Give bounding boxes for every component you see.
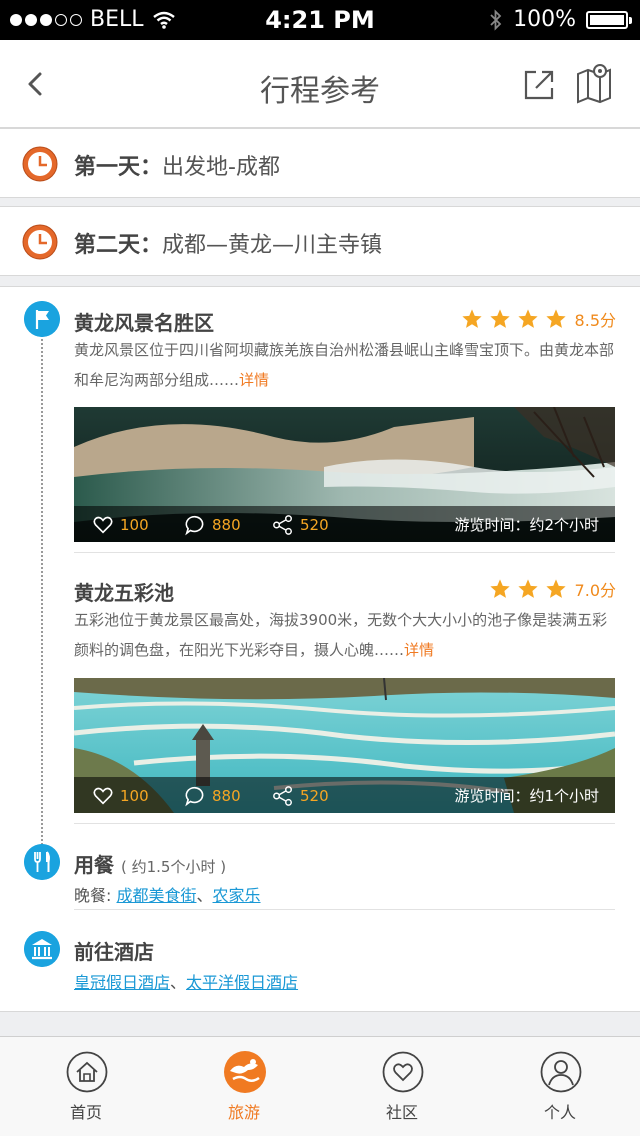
status-bar: BELL 4:21 PM 100%: [0, 0, 640, 40]
hotel-link[interactable]: 太平洋假日酒店: [186, 973, 298, 992]
share-stat[interactable]: 520: [272, 785, 329, 807]
poi-description: 黄龙风景区位于四川省阿坝藏族羌族自治州松潘县岷山主峰雪宝顶下。由黄龙本部和牟尼沟…: [74, 335, 618, 395]
clock-icon: [22, 146, 58, 182]
photo-stats-bar: 100 880 520 游览时间：约1个小时: [74, 777, 615, 813]
hotel-title: 前往酒店: [74, 940, 154, 964]
restaurant-link[interactable]: 成都美食街: [116, 886, 196, 905]
rating-score: 7.0分: [574, 581, 616, 600]
tab-travel[interactable]: 旅游: [164, 1037, 324, 1136]
share-nodes-icon: [273, 515, 292, 535]
meal-section: 用餐 ( 约1.5个小时 ): [74, 849, 226, 878]
poi-title[interactable]: 黄龙五彩池: [74, 577, 174, 606]
details-link[interactable]: 详情: [239, 371, 269, 389]
day-label: 第二天: [74, 233, 141, 258]
share-count: 520: [300, 516, 329, 534]
comment-count: 880: [212, 787, 241, 805]
day-label: 第一天: [74, 155, 141, 180]
hotel-links: 皇冠假日酒店、太平洋假日酒店: [74, 969, 298, 993]
details-link[interactable]: 详情: [404, 641, 434, 659]
link-separator: 、: [196, 886, 213, 905]
day-route: 出发地-成都: [162, 155, 280, 180]
heart-icon: [93, 787, 113, 805]
star-icon: [489, 309, 510, 328]
share-count: 520: [300, 787, 329, 805]
map-pin-icon[interactable]: [574, 62, 614, 106]
divider: [74, 909, 615, 910]
tab-label: 社区: [385, 1103, 418, 1122]
heart-icon: [382, 1051, 424, 1093]
tab-label: 旅游: [227, 1103, 260, 1122]
heart-icon: [93, 516, 113, 534]
itinerary-card: 黄龙风景名胜区 8.5分 黄龙风景区位于四川省阿坝藏族羌族自治州松潘县岷山主峰雪…: [0, 286, 640, 1012]
nav-bar: 行程参考: [0, 40, 640, 128]
meal-links: 晚餐: 成都美食街、农家乐: [74, 882, 261, 906]
poi-title[interactable]: 黄龙风景名胜区: [74, 307, 214, 336]
poi-description: 五彩池位于黄龙景区最高处，海拔3900米，无数个大大小小的池子像是装满五彩颜料的…: [74, 605, 618, 665]
share-stat[interactable]: 520: [272, 514, 329, 536]
tab-label: 首页: [69, 1103, 102, 1122]
poi-description-text: 黄龙风景区位于四川省阿坝藏族羌族自治州松潘县岷山主峰雪宝顶下。由黄龙本部和牟尼沟…: [74, 341, 615, 389]
star-icon: [545, 579, 566, 598]
flag-icon: [24, 301, 60, 337]
comment-icon: [185, 786, 204, 807]
visit-time: 游览时间：约1个小时: [454, 787, 599, 805]
tab-community[interactable]: 社区: [322, 1037, 482, 1136]
share-icon[interactable]: [522, 68, 556, 102]
poi-photo[interactable]: 100 880 520 游览时间：约2个小时: [74, 407, 615, 542]
link-separator: 、: [170, 973, 187, 992]
tab-label: 个人: [543, 1103, 576, 1122]
poi-photo[interactable]: 100 880 520 游览时间：约1个小时: [74, 678, 615, 813]
visit-time: 游览时间：约2个小时: [454, 516, 599, 534]
rating: 8.5分: [461, 307, 616, 331]
like-count: 100: [120, 516, 149, 534]
travel-icon: [224, 1051, 266, 1093]
poi-description-text: 五彩池位于黄龙景区最高处，海拔3900米，无数个大大小小的池子像是装满五彩颜料的…: [74, 611, 608, 659]
meal-prefix: 晚餐:: [74, 886, 117, 905]
comment-stat[interactable]: 880: [184, 785, 241, 807]
day-route: 成都—黄龙—川主寺镇: [162, 233, 383, 258]
comment-icon: [185, 515, 204, 536]
rating: 7.0分: [489, 577, 616, 601]
meal-duration: ( 约1.5个小时 ): [120, 858, 227, 876]
day-row-2[interactable]: 第二天：成都—黄龙—川主寺镇: [0, 206, 640, 276]
like-stat[interactable]: 100: [92, 514, 149, 536]
comment-count: 880: [212, 516, 241, 534]
hotel-icon: [24, 931, 60, 967]
home-icon: [66, 1051, 108, 1093]
like-count: 100: [120, 787, 149, 805]
star-icon: [545, 309, 566, 328]
user-icon: [540, 1051, 582, 1093]
star-icon: [517, 309, 538, 328]
day-row-1[interactable]: 第一天：出发地-成都: [0, 128, 640, 198]
star-icon: [517, 579, 538, 598]
hotel-link[interactable]: 皇冠假日酒店: [74, 973, 170, 992]
like-stat[interactable]: 100: [92, 785, 149, 807]
rating-score: 8.5分: [574, 311, 616, 330]
meal-title: 用餐: [74, 853, 114, 877]
divider: [74, 823, 615, 824]
photo-stats-bar: 100 880 520 游览时间：约2个小时: [74, 506, 615, 542]
bluetooth-icon: [490, 8, 502, 31]
timeline-line: [41, 335, 43, 865]
restaurant-link[interactable]: 农家乐: [213, 886, 261, 905]
star-icon: [489, 579, 510, 598]
tab-profile[interactable]: 个人: [480, 1037, 640, 1136]
battery-percent: 100%: [513, 7, 576, 32]
tab-home[interactable]: 首页: [6, 1037, 166, 1136]
tab-bar: 首页 旅游 社区 个人: [0, 1036, 640, 1136]
clock-icon: [22, 224, 58, 260]
share-nodes-icon: [273, 786, 292, 806]
comment-stat[interactable]: 880: [184, 514, 241, 536]
divider: [74, 552, 615, 553]
battery-icon: [586, 10, 632, 29]
cutlery-icon: [24, 844, 60, 880]
star-icon: [461, 309, 482, 328]
